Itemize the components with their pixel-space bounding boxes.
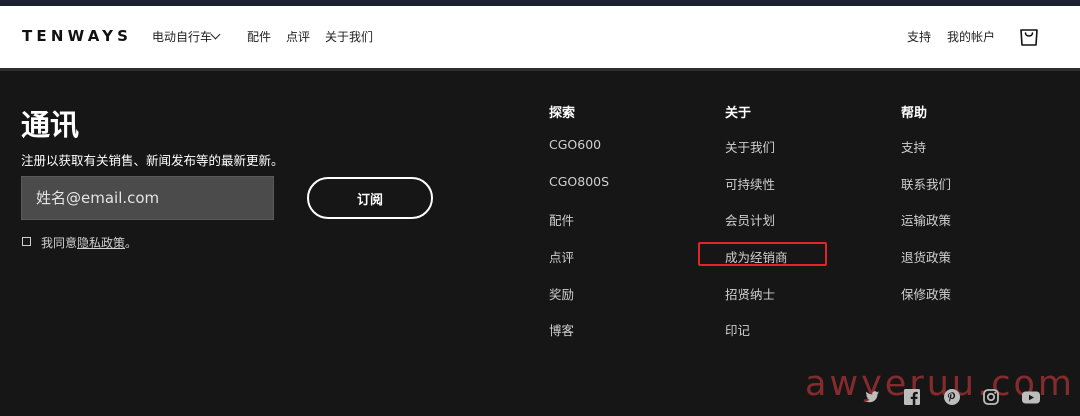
footer-link-returns[interactable]: 退货政策 <box>901 247 951 266</box>
privacy-policy-link[interactable]: 隐私政策 <box>77 236 125 250</box>
agree-prefix: 我同意 <box>41 236 78 250</box>
nav-reviews[interactable]: 点评 <box>286 28 310 45</box>
tenways-logo[interactable]: TENWAYS <box>22 27 132 45</box>
site-header: TENWAYS 电动自行车 配件 点评 关于我们 支持 我的帐户 <box>0 6 1080 68</box>
about-heading: 关于 <box>725 106 752 121</box>
footer-link-support[interactable]: 支持 <box>901 137 926 156</box>
facebook-icon[interactable] <box>903 388 921 406</box>
footer-link-contact[interactable]: 联系我们 <box>901 174 951 193</box>
footer-link-reviews[interactable]: 点评 <box>549 247 574 266</box>
footer-link-cgo800s[interactable]: CGO800S <box>549 174 609 189</box>
nav-support[interactable]: 支持 <box>907 28 931 45</box>
agree-checkbox[interactable] <box>22 237 31 246</box>
twitter-icon[interactable] <box>863 388 881 406</box>
nav-ebikes[interactable]: 电动自行车 <box>152 28 212 45</box>
email-input[interactable] <box>21 176 274 220</box>
footer-link-careers[interactable]: 招贤纳士 <box>725 284 775 303</box>
footer-link-shipping[interactable]: 运输政策 <box>901 210 951 229</box>
explore-heading: 探索 <box>549 106 576 121</box>
footer-link-cgo600[interactable]: CGO600 <box>549 137 601 152</box>
highlight-box <box>698 242 827 266</box>
footer-link-rewards[interactable]: 奖励 <box>549 284 574 303</box>
agree-suffix: 。 <box>125 236 138 250</box>
footer-link-membership[interactable]: 会员计划 <box>725 210 775 229</box>
subscribe-button[interactable]: 订阅 <box>307 177 433 219</box>
youtube-icon[interactable] <box>1021 388 1041 406</box>
pinterest-icon[interactable] <box>943 388 961 406</box>
footer-link-about-us[interactable]: 关于我们 <box>725 137 775 156</box>
cart-icon[interactable] <box>1018 25 1040 47</box>
nav-about-us[interactable]: 关于我们 <box>325 28 373 45</box>
footer-link-imprint[interactable]: 印记 <box>725 320 750 339</box>
newsletter-description: 注册以获取有关销售、新闻发布等的最新更新。 <box>21 153 284 168</box>
instagram-icon[interactable] <box>982 388 1000 406</box>
footer-link-blog[interactable]: 博客 <box>549 320 574 339</box>
footer-link-warranty[interactable]: 保修政策 <box>901 284 951 303</box>
chevron-down-icon[interactable] <box>210 29 221 40</box>
footer-link-sustainability[interactable]: 可持续性 <box>725 174 775 193</box>
newsletter-title: 通讯 <box>21 108 80 142</box>
nav-my-account[interactable]: 我的帐户 <box>947 28 995 45</box>
help-heading: 帮助 <box>901 106 928 121</box>
agree-label: 我同意隐私政策。 <box>41 234 137 251</box>
footer-link-accessories[interactable]: 配件 <box>549 210 574 229</box>
header-divider <box>0 68 1080 71</box>
nav-accessories[interactable]: 配件 <box>247 28 271 45</box>
